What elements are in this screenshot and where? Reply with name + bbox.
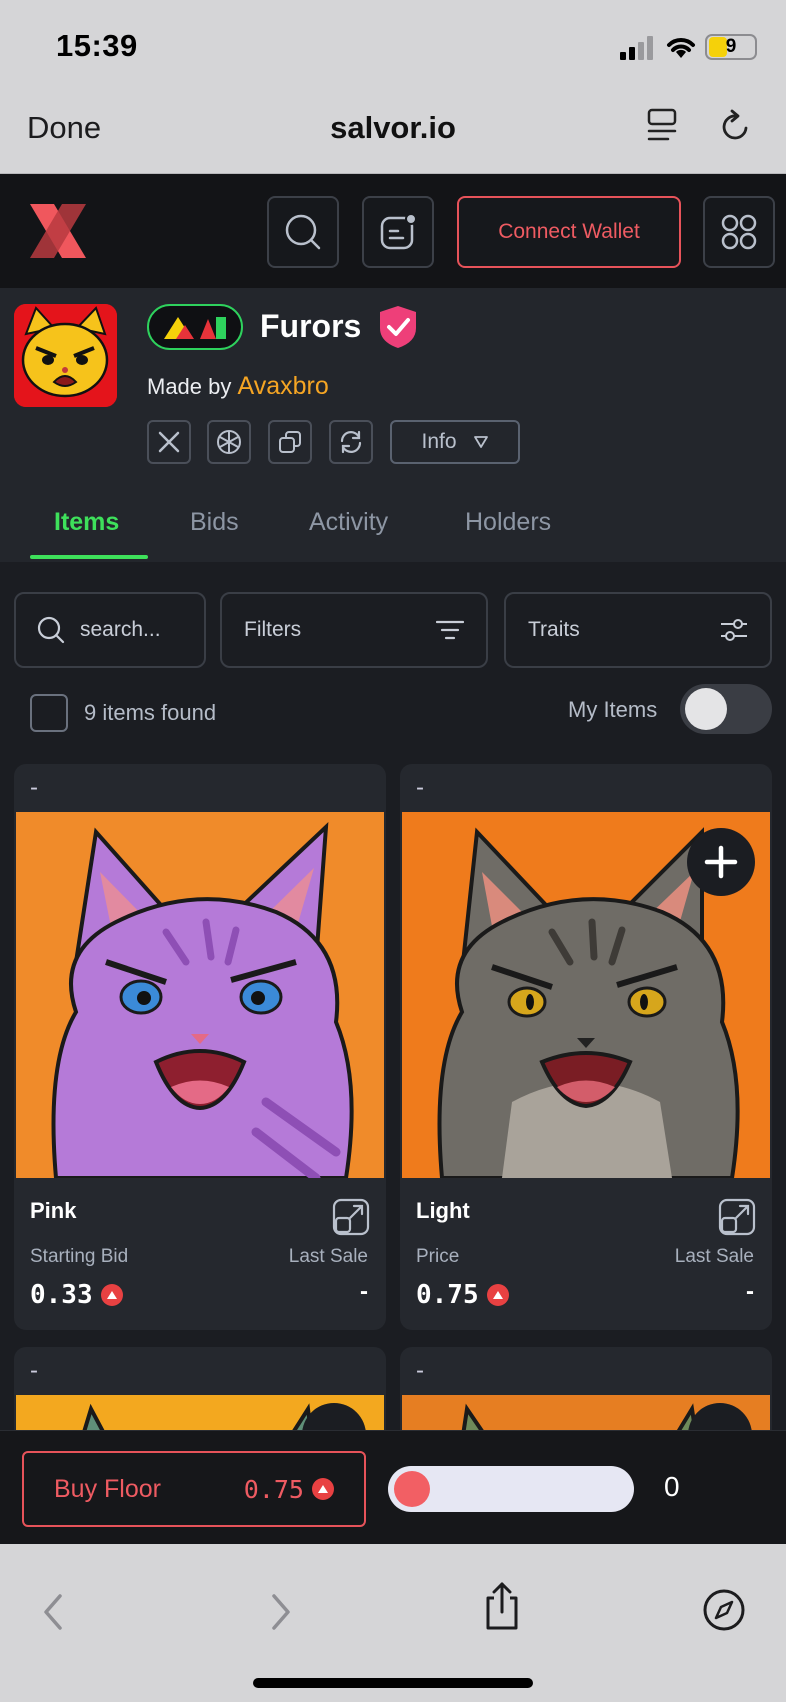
caret-down-icon (473, 436, 488, 448)
info-label: Info (421, 430, 457, 453)
avax-icon (312, 1478, 334, 1500)
avax-icon (100, 1284, 123, 1306)
search-input[interactable]: search... (14, 592, 206, 668)
copy-button[interactable] (268, 420, 312, 464)
price-value: 0.75 (416, 1280, 479, 1310)
collection-header: Furors Made by Avaxbro Info Items Bids A… (0, 288, 786, 562)
share-icon[interactable] (482, 1580, 522, 1632)
home-indicator (253, 1678, 533, 1688)
search-icon (285, 214, 321, 250)
verified-icon (380, 306, 416, 348)
tab-items[interactable]: Items (54, 508, 119, 537)
made-by-prefix: Made by (147, 374, 238, 399)
status-bar: 15:39 9 (0, 0, 786, 92)
snowflake-icon (217, 430, 241, 454)
card-top-label: - (30, 1357, 38, 1384)
collection-title: Furors (260, 308, 362, 344)
salvor-logo[interactable] (28, 202, 88, 260)
nft-image[interactable] (16, 812, 384, 1183)
grid-menu-icon (721, 214, 757, 250)
card-top-label: - (30, 774, 38, 801)
sliders-icon (721, 619, 747, 641)
browser-top-bar: Done salvor.io (0, 92, 786, 174)
twitter-button[interactable] (147, 420, 191, 464)
last-sale-label: Last Sale (288, 1246, 368, 1267)
collection-avatar (14, 304, 117, 407)
purple-cat-image (16, 812, 384, 1183)
compass-icon[interactable] (702, 1588, 746, 1632)
buy-floor-price-value: 0.75 (243, 1474, 304, 1504)
x-twitter-icon (158, 431, 180, 453)
message-icon (380, 213, 417, 250)
discord-button[interactable] (207, 420, 251, 464)
filter-lines-icon (436, 620, 464, 640)
buy-floor-button[interactable]: Buy Floor 0.75 (22, 1451, 366, 1527)
plus-icon (704, 845, 738, 879)
toggle-knob (685, 688, 727, 730)
nft-price: 0.75 (416, 1280, 509, 1310)
price-value: 0.33 (30, 1280, 93, 1310)
refresh-button[interactable] (329, 420, 373, 464)
tab-holders[interactable]: Holders (465, 508, 551, 537)
last-sale-label: Last Sale (674, 1246, 754, 1267)
tab-bids[interactable]: Bids (190, 508, 239, 537)
made-by: Made by Avaxbro (147, 372, 329, 401)
open-external-icon[interactable] (718, 1198, 756, 1236)
reader-icon[interactable] (646, 108, 678, 144)
nft-card[interactable]: - Light Price Last Sale 0.75 - (400, 764, 772, 1330)
search-button[interactable] (267, 196, 339, 268)
buy-floor-price: 0.75 (244, 1475, 334, 1504)
filters-button[interactable]: Filters (220, 592, 488, 668)
traits-label: Traits (528, 618, 580, 641)
my-items-toggle[interactable] (680, 684, 772, 734)
active-tab-indicator (30, 555, 148, 559)
last-sale-value: - (360, 1278, 368, 1305)
select-all-checkbox[interactable] (30, 694, 68, 732)
card-top-label: - (416, 774, 424, 801)
avax-icon (486, 1284, 509, 1306)
slider-handle[interactable] (394, 1471, 430, 1507)
search-placeholder: search... (80, 618, 161, 641)
open-external-icon[interactable] (332, 1198, 370, 1236)
traits-button[interactable]: Traits (504, 592, 772, 668)
buy-floor-label: Buy Floor (54, 1474, 161, 1503)
cellular-signal-icon (620, 36, 653, 60)
add-to-cart-button[interactable] (687, 828, 755, 896)
browser-toolbar (0, 1544, 786, 1702)
nft-name: Pink (30, 1198, 77, 1223)
reload-icon[interactable] (718, 108, 754, 146)
sweep-count: 0 (664, 1471, 680, 1502)
sweep-slider[interactable] (388, 1466, 634, 1512)
app-header: Connect Wallet (0, 174, 786, 288)
tab-activity[interactable]: Activity (309, 508, 388, 537)
refresh-icon (340, 430, 362, 454)
creator-link[interactable]: Avaxbro (238, 372, 329, 400)
nft-price: 0.33 (30, 1280, 123, 1310)
card-top-label: - (416, 1357, 424, 1384)
back-icon[interactable] (40, 1592, 66, 1632)
notifications-button[interactable] (362, 196, 434, 268)
search-icon (37, 616, 65, 644)
items-found-count: 9 items found (84, 700, 217, 725)
copy-icon (279, 431, 301, 453)
forward-icon[interactable] (268, 1592, 294, 1632)
wifi-icon (667, 38, 695, 58)
buy-floor-bar: Buy Floor 0.75 0 (0, 1430, 786, 1544)
battery-icon: 9 (705, 34, 757, 60)
cat-avatar-image (14, 304, 117, 407)
my-items-label: My Items (568, 697, 658, 722)
nft-card[interactable]: - Pink Starting Bid Last Sale 0.33 - (14, 764, 386, 1330)
price-label: Starting Bid (30, 1246, 129, 1267)
info-button[interactable]: Info (390, 420, 520, 464)
filters-label: Filters (244, 618, 302, 641)
nft-name: Light (416, 1198, 470, 1223)
last-sale-value: - (746, 1278, 754, 1305)
menu-button[interactable] (703, 196, 775, 268)
chain-badge (147, 304, 243, 350)
connect-wallet-button[interactable]: Connect Wallet (457, 196, 681, 268)
price-label: Price (416, 1246, 460, 1267)
battery-level: 9 (725, 36, 737, 57)
status-time: 15:39 (56, 28, 138, 63)
avalanche-chain-icon (164, 317, 226, 339)
